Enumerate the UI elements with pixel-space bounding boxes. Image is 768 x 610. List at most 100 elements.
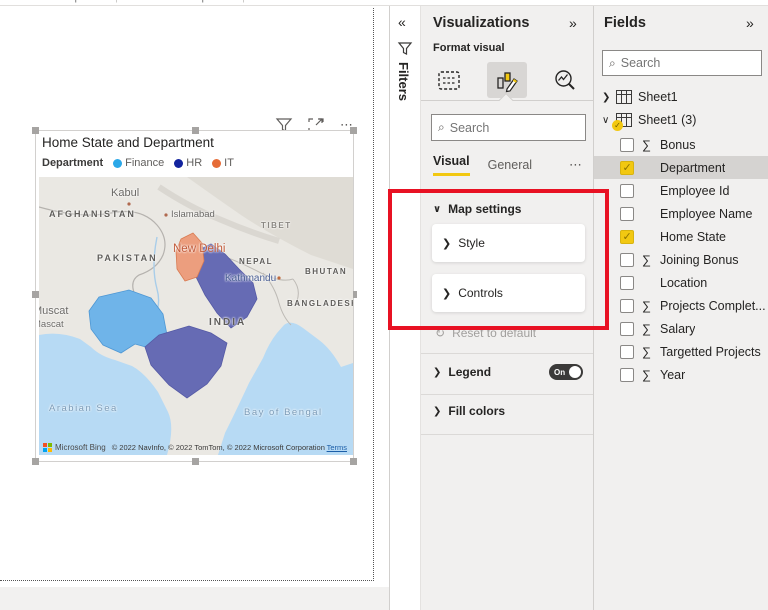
map-label-muscat: Muscat — [39, 305, 69, 317]
checkbox[interactable] — [620, 367, 634, 382]
legend-toggle[interactable]: On — [549, 364, 583, 380]
map-label-india: INDIA — [209, 317, 247, 328]
checkbox[interactable] — [620, 206, 634, 221]
resize-handle[interactable] — [32, 127, 39, 134]
sigma-icon: ∑ — [642, 321, 651, 336]
divider — [421, 434, 594, 435]
map-label-nepal: NEPAL — [239, 257, 274, 266]
fill-colors-section[interactable]: ❯ Fill colors — [433, 404, 583, 418]
resize-handle[interactable] — [350, 458, 357, 465]
map-visual[interactable]: Home State and Department Department Fin… — [32, 127, 357, 465]
field-row-employee-id[interactable]: Employee Id — [594, 179, 768, 202]
field-row-home-state[interactable]: Home State — [594, 225, 768, 248]
resize-handle[interactable] — [192, 458, 199, 465]
bing-map[interactable]: Kabul AFGHANISTAN Islamabad TIBET PAKIST… — [39, 177, 353, 455]
field-row-targetted-projects[interactable]: ∑ Targetted Projects — [594, 340, 768, 363]
map-label-afghanistan: AFGHANISTAN — [49, 209, 136, 219]
fields-search-box[interactable]: ⌕ — [602, 50, 762, 76]
sigma-icon: ∑ — [642, 367, 651, 382]
reset-icon: ↻ — [435, 326, 446, 340]
map-label-kathmandu: Kathmandu — [225, 273, 277, 284]
checkbox[interactable] — [620, 252, 634, 267]
chevron-down-icon: ∨ — [433, 203, 442, 215]
tabs-more-icon[interactable]: ⋯ — [569, 158, 583, 171]
chevron-down-icon: ∨ — [602, 114, 610, 126]
table-icon — [616, 90, 632, 104]
checkbox[interactable] — [620, 137, 634, 152]
search-icon: ⌕ — [438, 120, 445, 134]
chevron-right-icon: ❯ — [433, 366, 442, 378]
reset-to-default[interactable]: ↻ Reset to default — [435, 326, 536, 340]
fields-search-input[interactable] — [620, 56, 755, 70]
ribbon-item-groups[interactable]: Groups — [50, 0, 86, 3]
format-search-box[interactable]: ⌕ — [431, 114, 586, 141]
map-label-tibet: TIBET — [261, 221, 292, 230]
table-checked-badge: ✓ — [612, 120, 623, 131]
hr-color-dot — [174, 158, 184, 168]
controls-card[interactable]: ❯ Controls — [432, 274, 585, 312]
field-row-employee-name[interactable]: Employee Name — [594, 202, 768, 225]
table-sheet1[interactable]: ❯ Sheet1 — [594, 86, 768, 108]
format-tabs: Visual General ⋯ — [433, 154, 583, 176]
search-icon: ⌕ — [609, 55, 616, 70]
legend: Department Finance HR IT — [42, 157, 244, 169]
map-settings-header[interactable]: ∨ Map settings — [433, 202, 521, 216]
checkbox-checked[interactable] — [620, 160, 634, 175]
checkbox-checked[interactable] — [620, 229, 634, 244]
ribbon-item-relationships[interactable]: Relationships — [147, 0, 213, 3]
terms-link[interactable]: Terms — [327, 443, 347, 452]
format-visual-icon[interactable] — [487, 62, 527, 98]
fields-pane: Fields » ⌕ ❯ Sheet1 ∨ ✓ Sheet1 (3) ∑ Bon… — [594, 6, 768, 610]
field-row-joining-bonus[interactable]: ∑ Joining Bonus — [594, 248, 768, 271]
map-label-bay-of-bengal: Bay of Bengal — [244, 407, 323, 418]
microsoft-logo-icon — [43, 443, 52, 452]
divider — [421, 394, 594, 395]
format-visual-label: Format visual — [433, 42, 505, 54]
tab-visual[interactable]: Visual — [433, 154, 470, 176]
format-search-input[interactable] — [449, 120, 579, 135]
analytics-icon[interactable] — [545, 62, 585, 98]
style-card[interactable]: ❯ Style — [432, 224, 585, 262]
map-attribution: Microsoft Bing © 2022 NavInfo, © 2022 To… — [39, 443, 353, 452]
chevron-right-icon: ❯ — [433, 405, 442, 417]
legend-item-finance[interactable]: Finance — [113, 157, 164, 169]
checkbox[interactable] — [620, 321, 634, 336]
checkbox[interactable] — [620, 298, 634, 313]
resize-handle[interactable] — [350, 127, 357, 134]
bing-logo[interactable]: Microsoft Bing — [43, 443, 106, 452]
powerbi-window: Groups | Relationships | Calculations ⋯ … — [0, 0, 768, 610]
fields-title: Fields — [604, 15, 646, 31]
map-label-new-delhi: New Delhi — [173, 243, 226, 255]
legend-section[interactable]: ❯ Legend On — [433, 364, 583, 380]
build-visual-icon[interactable] — [429, 62, 469, 98]
field-row-department[interactable]: Department — [594, 156, 768, 179]
checkbox[interactable] — [620, 275, 634, 290]
field-row-location[interactable]: Location — [594, 271, 768, 294]
table-sheet1-3[interactable]: ∨ ✓ Sheet1 (3) — [594, 109, 768, 131]
field-row-year[interactable]: ∑ Year — [594, 363, 768, 386]
page-boundary-horizontal — [0, 580, 374, 581]
map-label-mascat: Mascat — [39, 319, 64, 330]
collapse-fields-icon[interactable]: » — [746, 15, 754, 31]
tab-general[interactable]: General — [488, 158, 532, 172]
ribbon-item-calculations[interactable]: Calculations — [274, 0, 334, 3]
map-label-kabul: Kabul — [111, 187, 140, 199]
collapse-visualizations-icon[interactable]: » — [569, 15, 577, 31]
map-label-pakistan: PAKISTAN — [97, 253, 158, 263]
legend-item-it[interactable]: IT — [212, 157, 234, 169]
resize-handle[interactable] — [32, 458, 39, 465]
resize-handle[interactable] — [192, 127, 199, 134]
canvas-footer-area — [0, 587, 389, 610]
field-row-bonus[interactable]: ∑ Bonus — [594, 133, 768, 156]
legend-item-hr[interactable]: HR — [174, 157, 202, 169]
checkbox[interactable] — [620, 344, 634, 359]
sigma-icon: ∑ — [642, 252, 651, 267]
resize-handle[interactable] — [32, 291, 39, 298]
chevron-right-icon: ❯ — [602, 91, 611, 103]
checkbox[interactable] — [620, 183, 634, 198]
expand-filters-icon[interactable]: « — [398, 14, 406, 30]
divider — [421, 353, 594, 354]
field-row-salary[interactable]: ∑ Salary — [594, 317, 768, 340]
field-row-projects-completed[interactable]: ∑ Projects Complet... — [594, 294, 768, 317]
copyright-text: © 2022 NavInfo, © 2022 TomTom, © 2022 Mi… — [111, 443, 325, 452]
